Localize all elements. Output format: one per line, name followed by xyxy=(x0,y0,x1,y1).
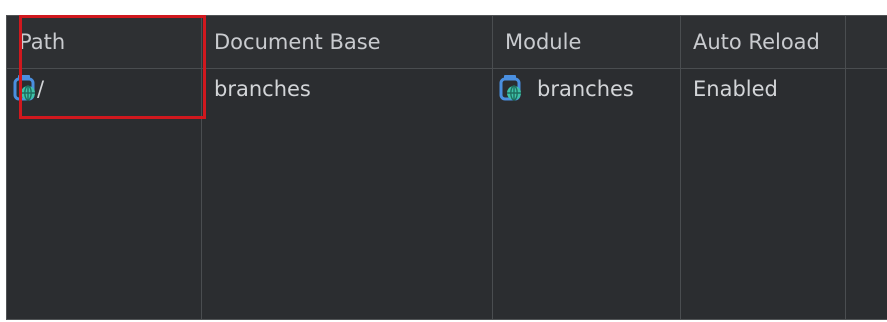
cell-auto-reload[interactable]: Enabled xyxy=(693,72,846,106)
web-module-icon xyxy=(499,74,523,102)
header-path[interactable]: Path xyxy=(7,16,202,68)
path-value: / xyxy=(37,77,45,101)
cell-path[interactable]: / xyxy=(13,72,201,106)
header-module[interactable]: Module xyxy=(493,16,681,68)
header-auto-reload[interactable]: Auto Reload xyxy=(681,16,846,68)
header-document-base[interactable]: Document Base xyxy=(202,16,493,68)
screenshot-frame: Path Document Base Module Auto Reload / … xyxy=(0,0,887,322)
cell-document-base[interactable]: branches xyxy=(214,72,493,106)
module-value: branches xyxy=(537,77,634,101)
deployment-table: Path Document Base Module Auto Reload / … xyxy=(6,15,887,320)
cell-module[interactable]: branches xyxy=(499,72,681,106)
web-module-icon xyxy=(13,74,37,102)
